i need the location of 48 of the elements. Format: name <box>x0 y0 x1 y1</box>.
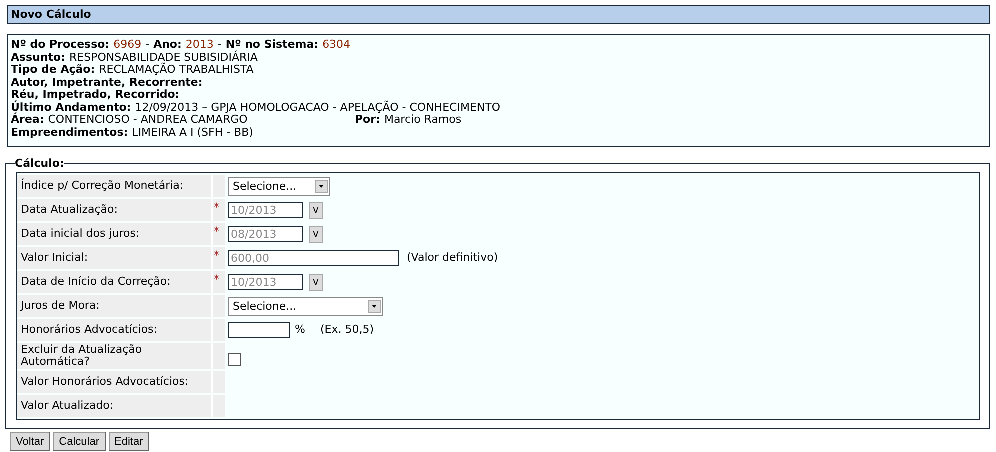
field-label: Área: <box>11 113 44 126</box>
field-label: Honorários Advocatícios: <box>17 319 213 341</box>
field-label: Por: <box>355 113 380 126</box>
field-label: Valor Inicial: <box>17 247 213 269</box>
input-field[interactable] <box>228 322 290 338</box>
field-label: Autor, Impetrante, Recorrente: <box>11 76 203 88</box>
separator-text: - <box>146 38 150 51</box>
field-label: Data inicial dos juros: <box>17 223 213 245</box>
field-label: Excluir da Atualização Automática? <box>17 343 213 369</box>
hint-text: (Valor definitivo) <box>407 251 498 264</box>
field-label: Nº do Processo: <box>11 38 110 51</box>
field-value: LIMEIRA A I (SFH - BB) <box>132 126 254 138</box>
hint-text: (Ex. 50,5) <box>320 323 374 336</box>
required-mark: * <box>214 249 220 262</box>
field-label: Ano: <box>154 38 182 51</box>
section-legend: Cálculo: <box>15 157 64 170</box>
field-value: RECLAMAÇÃO TRABALHISTA <box>99 63 254 76</box>
field-value: 6969 <box>114 38 142 51</box>
field-value: Marcio Ramos <box>384 113 462 126</box>
action-button[interactable]: Editar <box>108 432 150 451</box>
field-value: 2013 <box>186 38 214 51</box>
required-mark: * <box>214 273 220 286</box>
field-label: Valor Honorários Advocatícios: <box>17 371 213 393</box>
field-label: Réu, Impetrado, Recorrido: <box>11 88 180 101</box>
action-button[interactable]: Voltar <box>10 432 50 451</box>
required-mark: * <box>214 201 220 214</box>
field-label: Data Atualização: <box>17 199 213 221</box>
checkbox[interactable] <box>228 352 241 366</box>
field-label: Data de Início da Correção: <box>17 271 213 293</box>
field-value: 12/09/2013 – GPJA HOMOLOGACAO - APELAÇÃO - CONHECIMENTO <box>135 100 501 114</box>
field-label: Assunto: <box>11 50 66 64</box>
field-label: Valor Atualizado: <box>17 395 213 417</box>
field-label: Tipo de Ação: <box>11 63 96 76</box>
field-label: Último Andamento: <box>11 100 132 114</box>
separator-text: - <box>218 38 222 51</box>
unit-text: % <box>295 323 306 336</box>
dropdown[interactable]: Selecione... <box>228 176 330 196</box>
dropdown[interactable]: Selecione... <box>228 296 383 316</box>
required-mark: * <box>214 225 220 238</box>
field-label: Índice p/ Correção Monetária: <box>17 175 213 197</box>
page-title: Novo Cálculo <box>7 5 990 24</box>
field-value: RESPONSABILIDADE SUBISIDIÁRIA <box>69 50 258 64</box>
field-value: CONTENCIOSO - ANDREA CAMARGO <box>48 113 248 126</box>
field-value: 6304 <box>322 38 351 51</box>
field-label: Nº no Sistema: <box>226 38 319 51</box>
field-label: Juros de Mora: <box>17 295 213 317</box>
action-button[interactable]: Calcular <box>53 432 106 451</box>
field-label: Empreendimentos: <box>11 126 128 138</box>
